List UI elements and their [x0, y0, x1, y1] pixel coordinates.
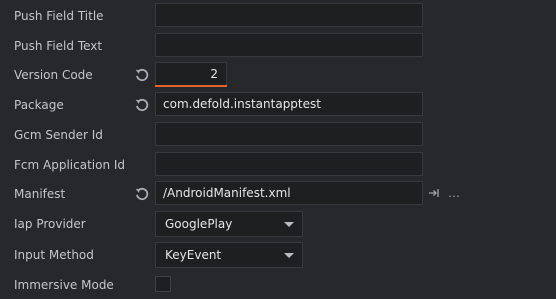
version-code-input[interactable]: 2	[155, 62, 227, 86]
row-iap-provider: Iap Provider GooglePlay	[0, 211, 556, 237]
row-immersive-mode: Immersive Mode	[0, 272, 556, 298]
input-method-label: Input Method	[14, 248, 94, 262]
version-code-focus-underline	[155, 85, 227, 87]
fcm-application-id-label: Fcm Application Id	[14, 158, 126, 172]
row-push-field-text: Push Field Text	[0, 33, 556, 59]
gcm-sender-id-input[interactable]	[155, 122, 423, 146]
chevron-down-icon	[284, 253, 294, 258]
row-manifest: Manifest /AndroidManifest.xml …	[0, 181, 556, 207]
manifest-label: Manifest	[14, 187, 66, 201]
browse-file-button[interactable]: …	[445, 184, 463, 202]
gcm-sender-id-label: Gcm Sender Id	[14, 128, 103, 142]
row-fcm-application-id: Fcm Application Id	[0, 152, 556, 178]
immersive-mode-label: Immersive Mode	[14, 278, 114, 292]
package-reset-icon[interactable]	[133, 96, 151, 114]
push-field-text-label: Push Field Text	[14, 39, 103, 53]
row-gcm-sender-id: Gcm Sender Id	[0, 122, 556, 148]
row-push-field-title: Push Field Title	[0, 3, 556, 29]
iap-provider-select[interactable]: GooglePlay	[155, 211, 303, 237]
chevron-down-icon	[284, 222, 294, 227]
input-method-select[interactable]: KeyEvent	[155, 242, 303, 268]
goto-file-icon[interactable]	[425, 184, 443, 202]
immersive-mode-checkbox[interactable]	[155, 276, 171, 292]
package-input[interactable]: com.defold.instantapptest	[155, 92, 423, 116]
fcm-application-id-input[interactable]	[155, 152, 423, 176]
push-field-text-input[interactable]	[155, 33, 423, 57]
row-input-method: Input Method KeyEvent	[0, 242, 556, 268]
package-label: Package	[14, 98, 64, 112]
manifest-path-input[interactable]: /AndroidManifest.xml	[155, 181, 423, 205]
push-field-title-input[interactable]	[155, 3, 423, 27]
input-method-value: KeyEvent	[165, 248, 222, 262]
version-code-label: Version Code	[14, 68, 93, 82]
version-code-reset-icon[interactable]	[133, 66, 151, 84]
iap-provider-value: GooglePlay	[165, 217, 233, 231]
manifest-reset-icon[interactable]	[133, 185, 151, 203]
row-package: Package com.defold.instantapptest	[0, 92, 556, 118]
push-field-title-label: Push Field Title	[14, 9, 104, 23]
iap-provider-label: Iap Provider	[14, 217, 86, 231]
row-version-code: Version Code 2	[0, 62, 556, 88]
